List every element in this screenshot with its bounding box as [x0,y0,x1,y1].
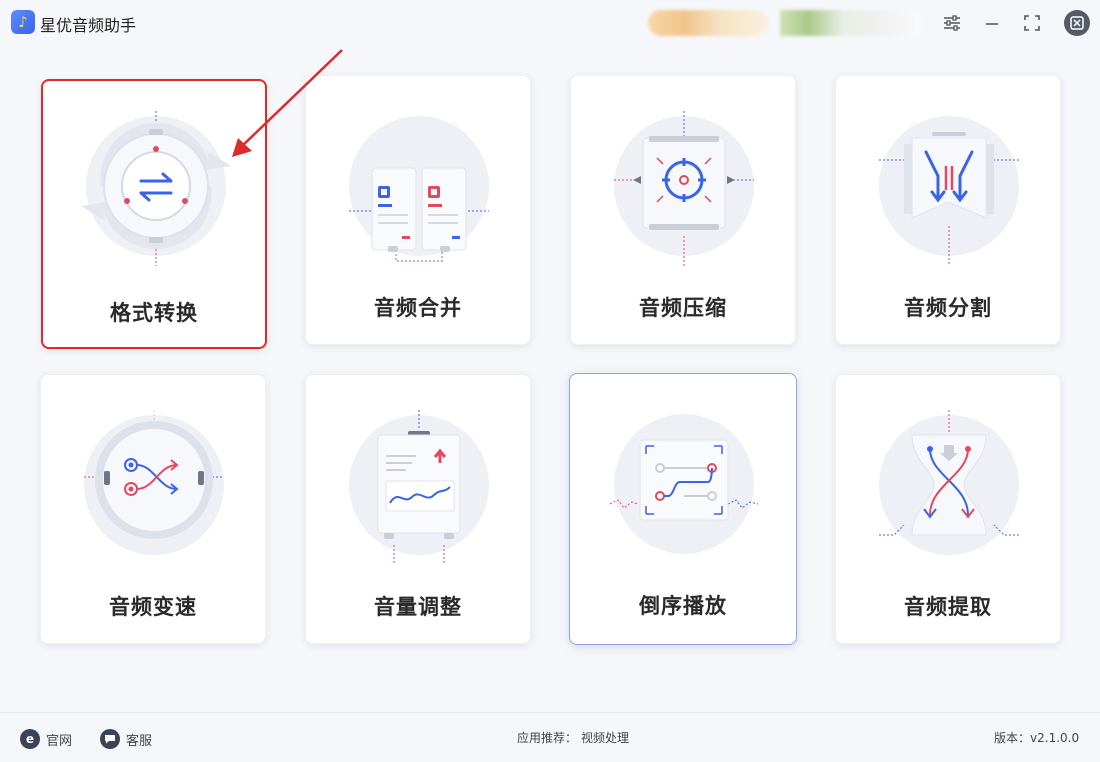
card-label: 音频合并 [374,296,462,320]
card-format-convert[interactable]: 格式转换 [41,79,267,349]
card-label: 音频提取 [904,595,992,619]
card-label: 倒序播放 [639,594,727,618]
footer: e 官网 客服 应用推荐： 视频处理 版本： v2.1.0.0 [0,712,1100,762]
version-value: v2.1.0.0 [1030,730,1080,745]
user-info-blurred[interactable] [780,10,920,36]
card-label: 音频分割 [904,296,992,320]
support-link[interactable]: 客服 [100,729,152,749]
card-label: 音频压缩 [639,296,727,320]
recommend-link-video[interactable]: 视频处理 [581,729,629,746]
audio-split-icon [879,116,1019,266]
sliders-icon[interactable] [940,11,964,35]
app-recommend: 应用推荐： 视频处理 [517,729,629,746]
card-label: 音量调整 [374,595,462,619]
website-icon: e [20,729,40,749]
app-logo: ♪ [11,10,35,34]
website-label: 官网 [46,733,73,749]
support-label: 客服 [126,733,153,749]
close-icon[interactable] [1064,10,1090,36]
recommend-prefix: 应用推荐： [517,731,578,745]
fullscreen-icon[interactable] [1020,11,1044,35]
card-audio-compress[interactable]: 音频压缩 [570,75,796,345]
version-info: 版本： v2.1.0.0 [994,729,1079,746]
card-label: 格式转换 [110,301,198,325]
account-info-blurred[interactable] [648,10,768,36]
card-audio-extract[interactable]: 音频提取 [835,374,1061,644]
audio-merge-icon [349,116,489,262]
minimize-icon[interactable] [980,11,1004,35]
format-convert-icon [81,111,231,266]
volume-adjust-icon [349,410,489,565]
card-audio-split[interactable]: 音频分割 [835,75,1061,345]
audio-extract-icon [879,410,1019,555]
app-title: 星优音频助手 [40,16,137,35]
website-link[interactable]: e 官网 [20,729,72,749]
card-volume-adjust[interactable]: 音量调整 [305,374,531,644]
audio-compress-icon [614,111,754,266]
version-label: 版本： [994,731,1031,745]
card-audio-speed[interactable]: 音频变速 [40,374,266,644]
chat-icon [100,729,120,749]
card-audio-merge[interactable]: 音频合并 [305,75,531,345]
title-bar: ♪ 星优音频助手 [0,0,1100,46]
card-reverse-play[interactable]: 倒序播放 [569,373,797,645]
reverse-play-icon [609,414,758,554]
audio-speed-icon [84,410,224,555]
card-label: 音频变速 [109,595,197,619]
